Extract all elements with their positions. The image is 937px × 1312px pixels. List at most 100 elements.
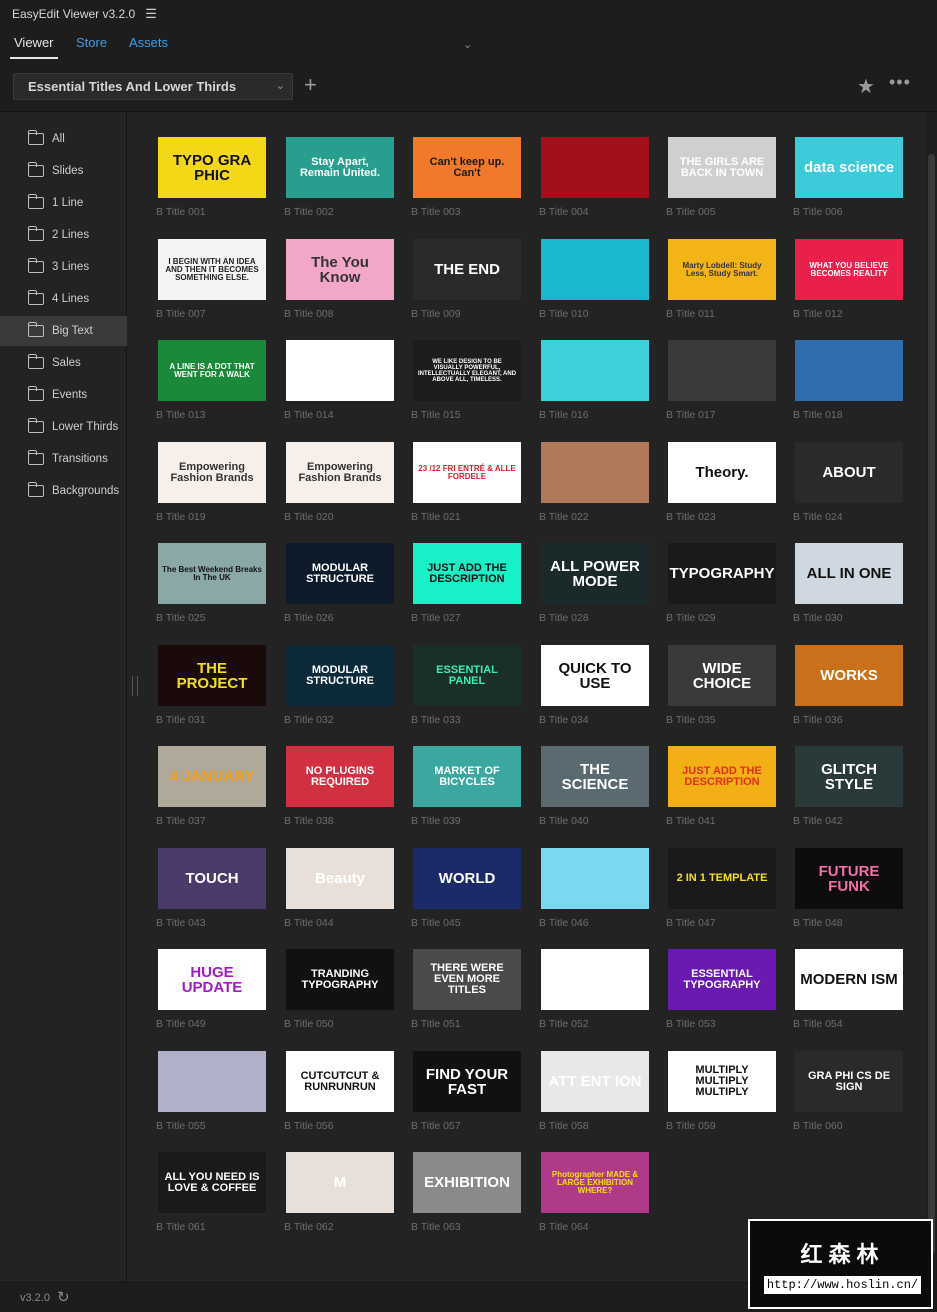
template-thumbnail[interactable] bbox=[541, 848, 649, 909]
template-thumbnail[interactable]: ATT ENT ION bbox=[541, 1051, 649, 1112]
sidebar-item-slides[interactable]: Slides bbox=[0, 156, 127, 186]
template-item[interactable]: TYPO GRA PHIC B Title 001 bbox=[154, 137, 266, 225]
template-thumbnail[interactable]: MODERN ISM bbox=[795, 949, 903, 1010]
template-thumbnail[interactable]: Empowering Fashion Brands bbox=[158, 442, 266, 503]
template-thumbnail[interactable]: ESSENTIAL TYPOGRAPHY bbox=[668, 949, 776, 1010]
template-item[interactable]: B Title 018 bbox=[791, 340, 903, 428]
sidebar-item-events[interactable]: Events bbox=[0, 380, 127, 410]
tab-viewer[interactable]: Viewer bbox=[10, 35, 57, 59]
template-item[interactable]: THE GIRLS ARE BACK IN TOWN B Title 005 bbox=[664, 137, 776, 225]
template-item[interactable]: M B Title 062 bbox=[282, 1152, 394, 1240]
template-thumbnail[interactable]: THERE WERE EVEN MORE TITLES bbox=[413, 949, 521, 1010]
template-thumbnail[interactable] bbox=[795, 340, 903, 401]
template-thumbnail[interactable]: MARKET OF BICYCLES bbox=[413, 746, 521, 807]
scrollbar-thumb[interactable] bbox=[928, 154, 935, 1254]
template-thumbnail[interactable]: THE SCIENCE bbox=[541, 746, 649, 807]
sidebar-item-lower-thirds[interactable]: Lower Thirds bbox=[0, 412, 127, 442]
template-thumbnail[interactable]: THE PROJECT bbox=[158, 645, 266, 706]
template-item[interactable]: JUST ADD THE DESCRIPTION B Title 041 bbox=[664, 746, 776, 834]
template-thumbnail[interactable]: The Best Weekend Breaks In The UK bbox=[158, 543, 266, 604]
template-thumbnail[interactable]: WE LIKE DESIGN TO BE VISUALLY POWERFUL, … bbox=[413, 340, 521, 401]
template-item[interactable]: B Title 046 bbox=[537, 848, 649, 936]
template-thumbnail[interactable]: WORKS bbox=[795, 645, 903, 706]
template-item[interactable]: Can't keep up. Can't B Title 003 bbox=[409, 137, 521, 225]
template-item[interactable]: ALL POWER MODE B Title 028 bbox=[537, 543, 649, 631]
template-thumbnail[interactable]: MODULAR STRUCTURE bbox=[286, 645, 394, 706]
template-item[interactable]: B Title 004 bbox=[537, 137, 649, 225]
pack-select[interactable]: Essential Titles And Lower Thirds ⌄ bbox=[13, 73, 293, 100]
template-item[interactable]: ESSENTIAL PANEL B Title 033 bbox=[409, 645, 521, 733]
template-item[interactable]: WORLD B Title 045 bbox=[409, 848, 521, 936]
template-thumbnail[interactable] bbox=[541, 239, 649, 300]
template-item[interactable]: ATT ENT ION B Title 058 bbox=[537, 1051, 649, 1139]
sidebar-item-big-text[interactable]: Big Text bbox=[0, 316, 127, 346]
tab-assets[interactable]: Assets bbox=[129, 35, 168, 50]
template-item[interactable]: B Title 022 bbox=[537, 442, 649, 530]
star-icon[interactable]: ★ bbox=[857, 74, 875, 99]
sidebar-item-3-lines[interactable]: 3 Lines bbox=[0, 252, 127, 282]
template-thumbnail[interactable]: Theory. bbox=[668, 442, 776, 503]
template-item[interactable]: QUICK TO USE B Title 034 bbox=[537, 645, 649, 733]
template-thumbnail[interactable] bbox=[541, 340, 649, 401]
template-thumbnail[interactable]: TOUCH bbox=[158, 848, 266, 909]
template-thumbnail[interactable]: TYPO GRA PHIC bbox=[158, 137, 266, 198]
template-item[interactable]: CUTCUTCUT & RUNRUNRUN B Title 056 bbox=[282, 1051, 394, 1139]
template-thumbnail[interactable]: THE GIRLS ARE BACK IN TOWN bbox=[668, 137, 776, 198]
template-item[interactable]: JUST ADD THE DESCRIPTION B Title 027 bbox=[409, 543, 521, 631]
template-item[interactable]: THE PROJECT B Title 031 bbox=[154, 645, 266, 733]
template-thumbnail[interactable]: CUTCUTCUT & RUNRUNRUN bbox=[286, 1051, 394, 1112]
template-thumbnail[interactable]: M bbox=[286, 1152, 394, 1213]
template-item[interactable]: WE LIKE DESIGN TO BE VISUALLY POWERFUL, … bbox=[409, 340, 521, 428]
sidebar-item-2-lines[interactable]: 2 Lines bbox=[0, 220, 127, 250]
template-item[interactable]: The Best Weekend Breaks In The UK B Title… bbox=[154, 543, 266, 631]
template-thumbnail[interactable]: MULTIPLY MULTIPLY MULTIPLY bbox=[668, 1051, 776, 1112]
template-thumbnail[interactable]: QUICK TO USE bbox=[541, 645, 649, 706]
template-item[interactable]: I BEGIN WITH AN IDEA AND THEN IT BECOMES… bbox=[154, 239, 266, 327]
tab-store[interactable]: Store bbox=[76, 35, 107, 50]
template-item[interactable]: MODULAR STRUCTURE B Title 026 bbox=[282, 543, 394, 631]
add-icon[interactable]: + bbox=[304, 73, 317, 97]
sidebar-item-all[interactable]: All bbox=[0, 124, 127, 154]
template-thumbnail[interactable]: Stay Apart, Remain United. bbox=[286, 137, 394, 198]
template-item[interactable]: GRA PHI CS DE SIGN B Title 060 bbox=[791, 1051, 903, 1139]
chevron-down-icon[interactable]: ⌄ bbox=[463, 38, 472, 51]
template-thumbnail[interactable]: Marty Lobdell: Study Less, Study Smart. bbox=[668, 239, 776, 300]
template-thumbnail[interactable]: EXHIBITION bbox=[413, 1152, 521, 1213]
template-item[interactable]: The You Know B Title 008 bbox=[282, 239, 394, 327]
template-thumbnail[interactable] bbox=[541, 949, 649, 1010]
template-item[interactable]: Stay Apart, Remain United. B Title 002 bbox=[282, 137, 394, 225]
template-thumbnail[interactable]: TYPOGRAPHY bbox=[668, 543, 776, 604]
template-thumbnail[interactable]: ESSENTIAL PANEL bbox=[413, 645, 521, 706]
template-thumbnail[interactable]: I BEGIN WITH AN IDEA AND THEN IT BECOMES… bbox=[158, 239, 266, 300]
template-item[interactable]: B Title 014 bbox=[282, 340, 394, 428]
hamburger-icon[interactable]: ☰ bbox=[145, 6, 157, 22]
template-thumbnail[interactable]: ALL YOU NEED IS LOVE & COFFEE bbox=[158, 1152, 266, 1213]
template-item[interactable]: ESSENTIAL TYPOGRAPHY B Title 053 bbox=[664, 949, 776, 1037]
template-thumbnail[interactable]: HUGE UPDATE bbox=[158, 949, 266, 1010]
template-item[interactable]: THE END B Title 009 bbox=[409, 239, 521, 327]
template-item[interactable]: TOUCH B Title 043 bbox=[154, 848, 266, 936]
template-thumbnail[interactable]: A LINE IS A DOT THAT WENT FOR A WALK bbox=[158, 340, 266, 401]
template-thumbnail[interactable]: 23 /12 FRI ENTRÉ & ALLE FORDELE bbox=[413, 442, 521, 503]
template-thumbnail[interactable]: FUTURE FUNK bbox=[795, 848, 903, 909]
template-thumbnail[interactable]: WORLD bbox=[413, 848, 521, 909]
template-thumbnail[interactable]: GRA PHI CS DE SIGN bbox=[795, 1051, 903, 1112]
template-item[interactable]: TYPOGRAPHY B Title 029 bbox=[664, 543, 776, 631]
template-item[interactable]: MARKET OF BICYCLES B Title 039 bbox=[409, 746, 521, 834]
template-item[interactable]: MODERN ISM B Title 054 bbox=[791, 949, 903, 1037]
template-item[interactable]: data science B Title 006 bbox=[791, 137, 903, 225]
template-thumbnail[interactable]: ALL POWER MODE bbox=[541, 543, 649, 604]
template-item[interactable]: ABOUT B Title 024 bbox=[791, 442, 903, 530]
template-item[interactable]: B Title 010 bbox=[537, 239, 649, 327]
template-thumbnail[interactable] bbox=[541, 137, 649, 198]
template-thumbnail[interactable]: Empowering Fashion Brands bbox=[286, 442, 394, 503]
template-thumbnail[interactable]: data science bbox=[795, 137, 903, 198]
template-item[interactable]: THERE WERE EVEN MORE TITLES B Title 051 bbox=[409, 949, 521, 1037]
template-item[interactable]: MULTIPLY MULTIPLY MULTIPLY B Title 059 bbox=[664, 1051, 776, 1139]
template-item[interactable]: NO PLUGINS REQUIRED B Title 038 bbox=[282, 746, 394, 834]
template-item[interactable]: Empowering Fashion Brands B Title 019 bbox=[154, 442, 266, 530]
sidebar-item-4-lines[interactable]: 4 Lines bbox=[0, 284, 127, 314]
sidebar-item-sales[interactable]: Sales bbox=[0, 348, 127, 378]
template-item[interactable]: HUGE UPDATE B Title 049 bbox=[154, 949, 266, 1037]
template-item[interactable]: Photographer MADE & LARGE EXHIBITION WHE… bbox=[537, 1152, 649, 1240]
